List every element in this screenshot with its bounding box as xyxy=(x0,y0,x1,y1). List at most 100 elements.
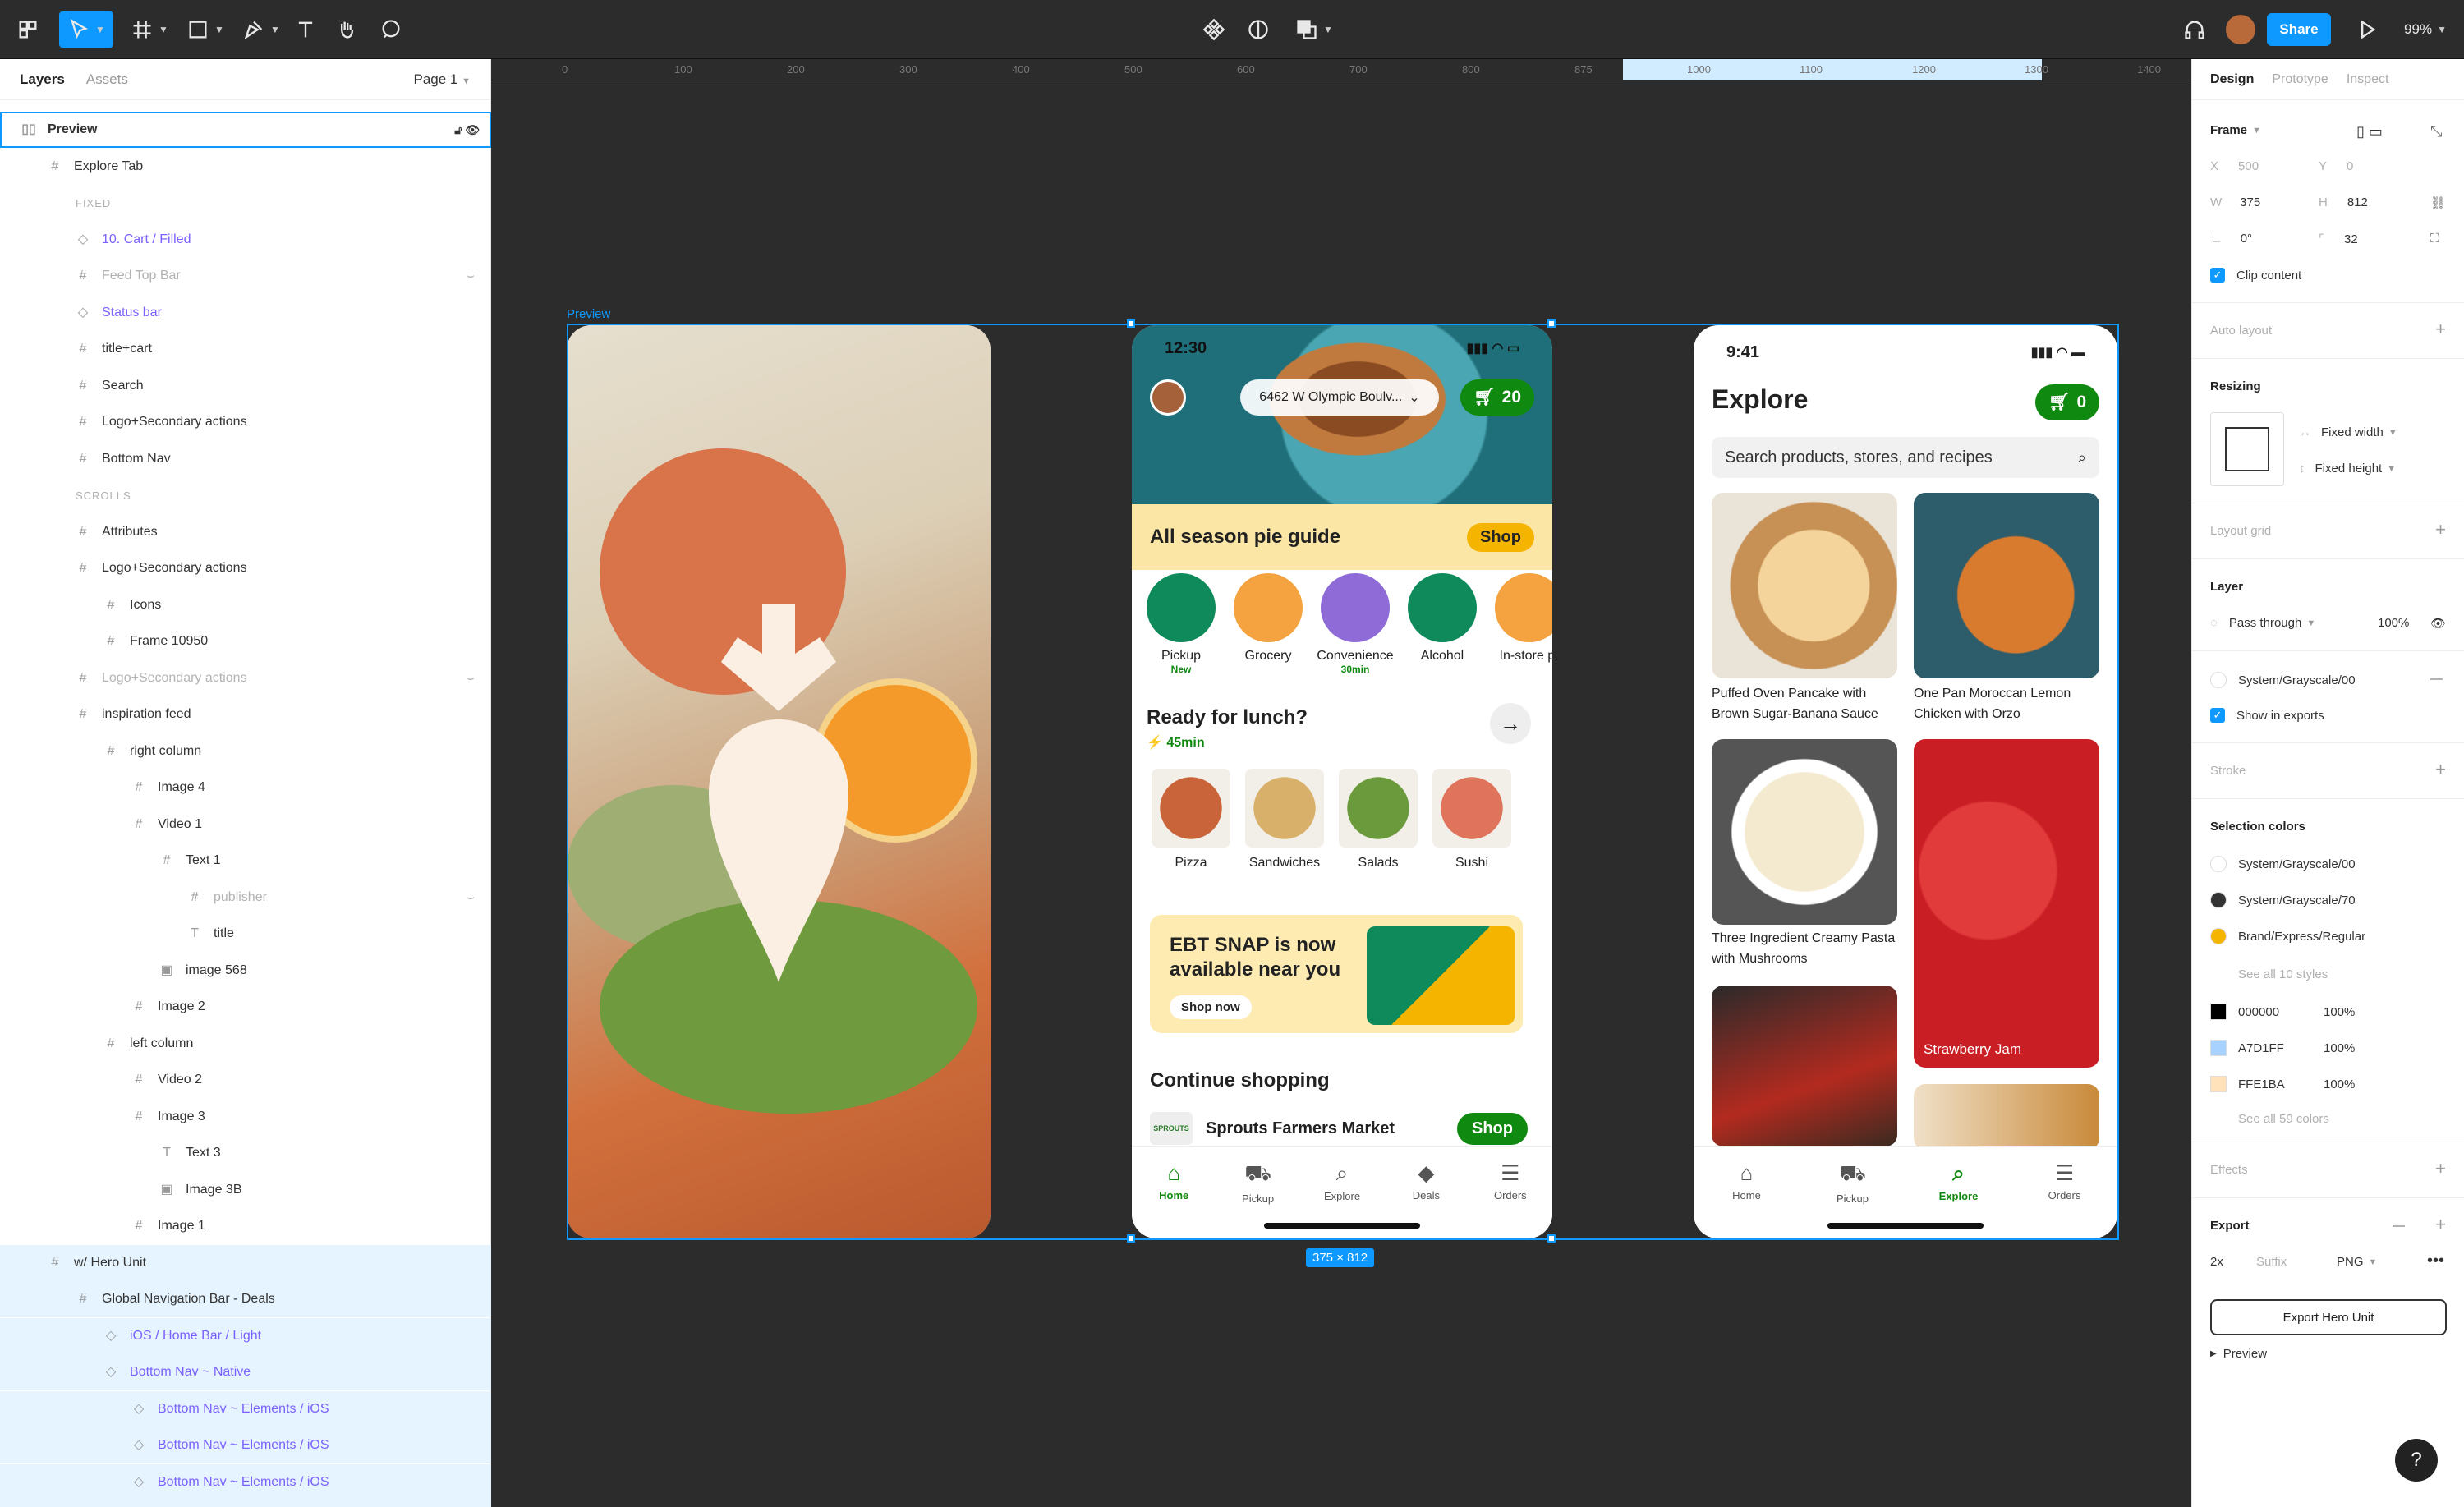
w-field[interactable]: W 375 xyxy=(2210,195,2260,209)
see-all-colors-link[interactable]: See all 59 colors xyxy=(2238,1112,2329,1126)
more-options-icon[interactable]: ••• xyxy=(2427,1252,2444,1270)
layer-row[interactable]: # Feed Top Bar ⌣ xyxy=(0,258,491,294)
independent-corners-icon[interactable]: ⛶ xyxy=(2430,232,2439,246)
clip-content-checkbox[interactable]: ✓ Clip content xyxy=(2210,268,2301,283)
layer-row[interactable]: # inspiration feed xyxy=(0,696,491,733)
text-tool-icon[interactable] xyxy=(289,11,322,48)
export-scale[interactable]: 2x xyxy=(2210,1255,2223,1269)
selection-style-row[interactable]: System/Grayscale/00 xyxy=(2210,856,2356,872)
layer-row[interactable]: # Explore Tab xyxy=(0,149,491,185)
layer-row[interactable]: # Bottom Nav xyxy=(0,441,491,477)
layer-row[interactable]: ▣ image 568 xyxy=(0,953,491,989)
layer-opacity[interactable]: 100% xyxy=(2378,616,2409,630)
layer-row[interactable]: # left column xyxy=(0,1026,491,1062)
layer-row[interactable]: ◇Bottom Nav ~ Elements / iOS xyxy=(0,1427,491,1463)
shape-tool-icon[interactable]: ▼ xyxy=(182,11,228,48)
add-auto-layout-icon[interactable]: + xyxy=(2435,319,2446,340)
export-button[interactable]: Export Hero Unit xyxy=(2210,1299,2447,1335)
layer-row[interactable]: FIXED xyxy=(0,185,491,221)
hidden-eye-icon[interactable]: ⌣ xyxy=(466,671,475,686)
layer-row[interactable]: ◇ iOS / Home Bar / Light xyxy=(0,1317,491,1354)
layer-row[interactable]: SCROLLS xyxy=(0,477,491,513)
layer-row[interactable]: # title+cart xyxy=(0,331,491,367)
user-avatar[interactable] xyxy=(2226,15,2255,44)
boolean-icon[interactable]: ▼ xyxy=(1291,11,1337,48)
layer-row[interactable]: # Global Navigation Bar - Deals xyxy=(0,1281,491,1317)
layer-row[interactable]: ▯▯ Preview 🔓︎ 👁︎ xyxy=(0,112,491,148)
layer-row[interactable]: # w/ Hero Unit xyxy=(0,1244,491,1281)
see-all-styles-link[interactable]: See all 10 styles xyxy=(2238,967,2328,981)
add-effect-icon[interactable]: + xyxy=(2435,1158,2446,1179)
tab-layers[interactable]: Layers xyxy=(20,71,65,88)
layer-row[interactable]: # Frame 10950 xyxy=(0,623,491,659)
hidden-eye-icon[interactable]: ⌣ xyxy=(466,890,475,905)
tab-prototype[interactable]: Prototype xyxy=(2272,72,2328,87)
export-format-dropdown[interactable]: PNG ▼ xyxy=(2337,1255,2377,1269)
portrait-icon[interactable]: ▯ ▭ xyxy=(2356,123,2383,140)
add-export-icon[interactable]: + xyxy=(2435,1214,2446,1235)
layer-row[interactable]: # Attributes xyxy=(0,514,491,550)
y-field[interactable]: Y0 xyxy=(2319,159,2353,173)
export-preview-toggle[interactable]: ▶ Preview xyxy=(2210,1347,2267,1361)
component-icon[interactable] xyxy=(1198,11,1230,48)
export-suffix-input[interactable]: Suffix xyxy=(2256,1255,2287,1269)
hand-tool-icon[interactable] xyxy=(330,11,363,48)
resize-handle[interactable] xyxy=(1127,1234,1135,1243)
layer-row[interactable]: ◇Bottom Nav ~ Elements / iOS xyxy=(0,1500,491,1507)
show-in-exports-checkbox[interactable]: ✓ Show in exports xyxy=(2210,708,2324,723)
blend-mode-dropdown[interactable]: ◌ Pass through ▼ xyxy=(2210,616,2315,630)
rotation-field[interactable]: ∟ 0° xyxy=(2210,232,2252,246)
frame-tool-icon[interactable]: ▼ xyxy=(126,11,172,48)
selection-style-row[interactable]: System/Grayscale/70 xyxy=(2210,892,2356,908)
layer-row[interactable]: ◇ Status bar xyxy=(0,295,491,331)
layer-row[interactable]: # Video 1 xyxy=(0,806,491,843)
selection-color-row[interactable]: FFE1BA 100% xyxy=(2210,1076,2355,1092)
resize-to-fit-icon[interactable]: ⤡ xyxy=(2430,123,2442,140)
resize-handle[interactable] xyxy=(1127,319,1135,328)
layer-row[interactable]: # Logo+Secondary actions xyxy=(0,550,491,586)
layer-row[interactable]: ◇ Bottom Nav ~ Native xyxy=(0,1354,491,1390)
share-button[interactable]: Share xyxy=(2267,13,2331,46)
help-button[interactable]: ? xyxy=(2395,1439,2438,1482)
pen-tool-icon[interactable]: ▼ xyxy=(238,11,284,48)
resize-handle[interactable] xyxy=(1547,1234,1556,1243)
page-selector[interactable]: Page 1 ▼ xyxy=(413,71,471,88)
lock-visibility-icon[interactable]: 🔓︎ 👁︎ xyxy=(454,123,480,137)
mask-icon[interactable] xyxy=(1242,11,1275,48)
remove-fill-icon[interactable]: — xyxy=(2430,672,2443,686)
main-menu-icon[interactable] xyxy=(11,11,44,48)
corner-radius-field[interactable]: ⌜ 32 xyxy=(2319,232,2358,247)
headphones-icon[interactable] xyxy=(2178,11,2211,48)
layer-row[interactable]: ◇Bottom Nav ~ Elements / iOS xyxy=(0,1390,491,1427)
layer-row[interactable]: # Image 3 xyxy=(0,1099,491,1135)
add-layout-grid-icon[interactable]: + xyxy=(2435,519,2446,540)
layer-row[interactable]: # Image 2 xyxy=(0,989,491,1025)
frame-label[interactable]: Preview xyxy=(567,307,610,321)
layer-row[interactable]: # right column xyxy=(0,733,491,770)
hidden-eye-icon[interactable]: ⌣ xyxy=(466,269,475,283)
selection-color-row[interactable]: A7D1FF 100% xyxy=(2210,1040,2355,1056)
remove-export-icon[interactable]: — xyxy=(2393,1219,2405,1233)
selection-style-row[interactable]: Brand/Express/Regular xyxy=(2210,928,2365,944)
zoom-dropdown[interactable]: 99% ▼ xyxy=(2397,11,2454,48)
fixed-width-dropdown[interactable]: ↔ Fixed width ▼ xyxy=(2299,425,2397,439)
layer-row[interactable]: # Search xyxy=(0,368,491,404)
selection-color-row[interactable]: 000000 100% xyxy=(2210,1004,2355,1020)
layer-row[interactable]: T Text 3 xyxy=(0,1135,491,1171)
layer-row[interactable]: ◇ 10. Cart / Filled xyxy=(0,222,491,258)
layer-row[interactable]: # Video 2 xyxy=(0,1062,491,1098)
eye-icon[interactable]: 👁︎ xyxy=(2430,616,2446,631)
layer-row[interactable]: # Image 4 xyxy=(0,770,491,806)
layer-row[interactable]: # Logo+Secondary actions xyxy=(0,404,491,440)
tab-inspect[interactable]: Inspect xyxy=(2347,72,2389,87)
tab-design[interactable]: Design xyxy=(2210,72,2254,87)
x-field[interactable]: X 500 xyxy=(2210,159,2259,173)
add-stroke-icon[interactable]: + xyxy=(2435,759,2446,780)
present-icon[interactable] xyxy=(2351,11,2384,48)
layer-row[interactable]: # Logo+Secondary actions ⌣ xyxy=(0,660,491,696)
constrain-proportions-icon[interactable]: ⛓ xyxy=(2430,195,2446,210)
layer-row[interactable]: ▣ Image 3B xyxy=(0,1172,491,1208)
layer-row[interactable]: # Image 1 xyxy=(0,1208,491,1244)
frame-type-dropdown[interactable]: Frame ▼ xyxy=(2210,123,2261,137)
tab-assets[interactable]: Assets xyxy=(86,71,128,88)
